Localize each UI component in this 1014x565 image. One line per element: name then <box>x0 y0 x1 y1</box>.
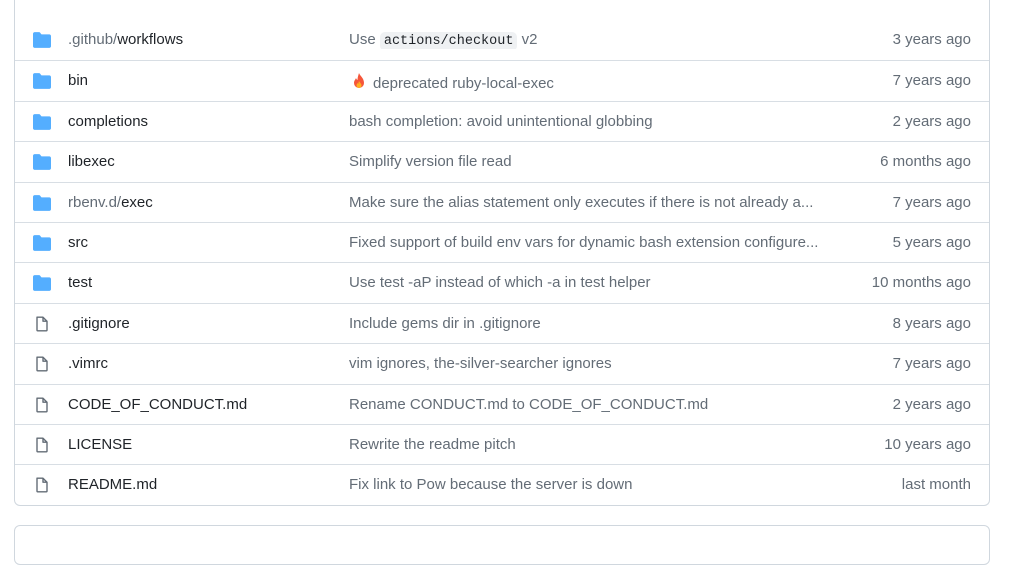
commit-message-link[interactable]: bash completion: avoid unintentional glo… <box>349 113 849 130</box>
folder-icon <box>33 154 51 171</box>
file-name-link[interactable]: src <box>68 234 88 251</box>
table-row[interactable]: .vimrc vim ignores, the-silver-searcher … <box>15 343 989 383</box>
table-row[interactable]: bin deprecated ruby-local-exec 7 years a… <box>15 60 989 100</box>
folder-icon <box>33 73 51 90</box>
file-name-link[interactable]: .vimrc <box>68 355 108 372</box>
readme-box <box>14 525 990 565</box>
commit-age: 2 years ago <box>892 395 971 413</box>
commit-age: last month <box>901 476 971 494</box>
commit-age: 10 months ago <box>871 274 971 292</box>
commit-age: 7 years ago <box>892 193 971 211</box>
commit-message-link[interactable]: Rename CONDUCT.md to CODE_OF_CONDUCT.md <box>349 396 849 413</box>
table-row[interactable]: LICENSE Rewrite the readme pitch 10 year… <box>15 423 989 464</box>
file-icon <box>36 437 48 453</box>
commit-message-link[interactable]: Make sure the alias statement only execu… <box>349 194 849 211</box>
folder-icon <box>33 235 51 251</box>
folder-icon <box>33 32 51 48</box>
file-name-link[interactable]: rbenv.d/exec <box>68 194 153 211</box>
commit-message-link[interactable]: Fixed support of build env vars for dyna… <box>349 234 849 251</box>
file-icon <box>36 356 48 372</box>
commit-age: 10 years ago <box>884 435 971 453</box>
commit-message-link[interactable]: Use test -aP instead of which -a in test… <box>349 274 849 291</box>
table-row[interactable]: completions bash completion: avoid unint… <box>15 100 989 141</box>
file-name-link[interactable]: LICENSE <box>68 436 132 453</box>
folder-icon <box>33 275 51 292</box>
table-row[interactable]: README.md Fix link to Pow because the se… <box>15 464 989 504</box>
commit-message-link[interactable]: Use actions/checkout v2 <box>349 31 849 49</box>
file-icon <box>36 477 48 493</box>
table-row[interactable]: test Use test -aP instead of which -a in… <box>15 262 989 302</box>
folder-icon <box>33 194 51 211</box>
file-icon <box>36 397 48 413</box>
table-row[interactable]: .github/workflows Use actions/checkout v… <box>15 20 989 60</box>
commit-message-link[interactable]: Simplify version file read <box>349 153 849 170</box>
table-row[interactable]: rbenv.d/exec Make sure the alias stateme… <box>15 181 989 222</box>
fire-icon <box>354 73 364 89</box>
commit-message-link[interactable]: vim ignores, the-silver-searcher ignores <box>349 355 849 372</box>
file-icon <box>36 316 48 332</box>
inline-code: actions/checkout <box>379 32 518 49</box>
commit-age: 7 years ago <box>892 355 971 373</box>
commit-message-link[interactable]: Include gems dir in .gitignore <box>349 315 849 332</box>
file-rows: .github/workflows Use actions/checkout v… <box>15 20 989 505</box>
file-name-link[interactable]: CODE_OF_CONDUCT.md <box>68 396 247 413</box>
commit-age: 8 years ago <box>892 314 971 332</box>
commit-message-link[interactable]: Fix link to Pow because the server is do… <box>349 476 849 493</box>
file-name-link[interactable]: .github/workflows <box>68 31 183 48</box>
commit-age: 7 years ago <box>892 72 971 90</box>
commit-age: 5 years ago <box>892 233 971 251</box>
commit-message-link[interactable]: deprecated ruby-local-exec <box>349 72 849 92</box>
table-row[interactable]: libexec Simplify version file read 6 mon… <box>15 141 989 181</box>
file-name-link[interactable]: test <box>68 274 92 291</box>
file-name-link[interactable]: .gitignore <box>68 315 130 332</box>
file-name-link[interactable]: libexec <box>68 153 115 170</box>
table-row[interactable]: .gitignore Include gems dir in .gitignor… <box>15 302 989 343</box>
table-row[interactable]: CODE_OF_CONDUCT.md Rename CONDUCT.md to … <box>15 383 989 424</box>
commit-message-link[interactable]: Rewrite the readme pitch <box>349 436 849 453</box>
file-name-link[interactable]: bin <box>68 72 88 89</box>
commit-age: 6 months ago <box>880 153 971 171</box>
file-name-link[interactable]: completions <box>68 113 148 130</box>
file-list: .github/workflows Use actions/checkout v… <box>14 0 990 506</box>
file-name-link[interactable]: README.md <box>68 476 157 493</box>
folder-icon <box>33 113 51 130</box>
commit-age: 3 years ago <box>892 31 971 48</box>
table-row[interactable]: src Fixed support of build env vars for … <box>15 221 989 262</box>
commit-age: 2 years ago <box>892 112 971 130</box>
